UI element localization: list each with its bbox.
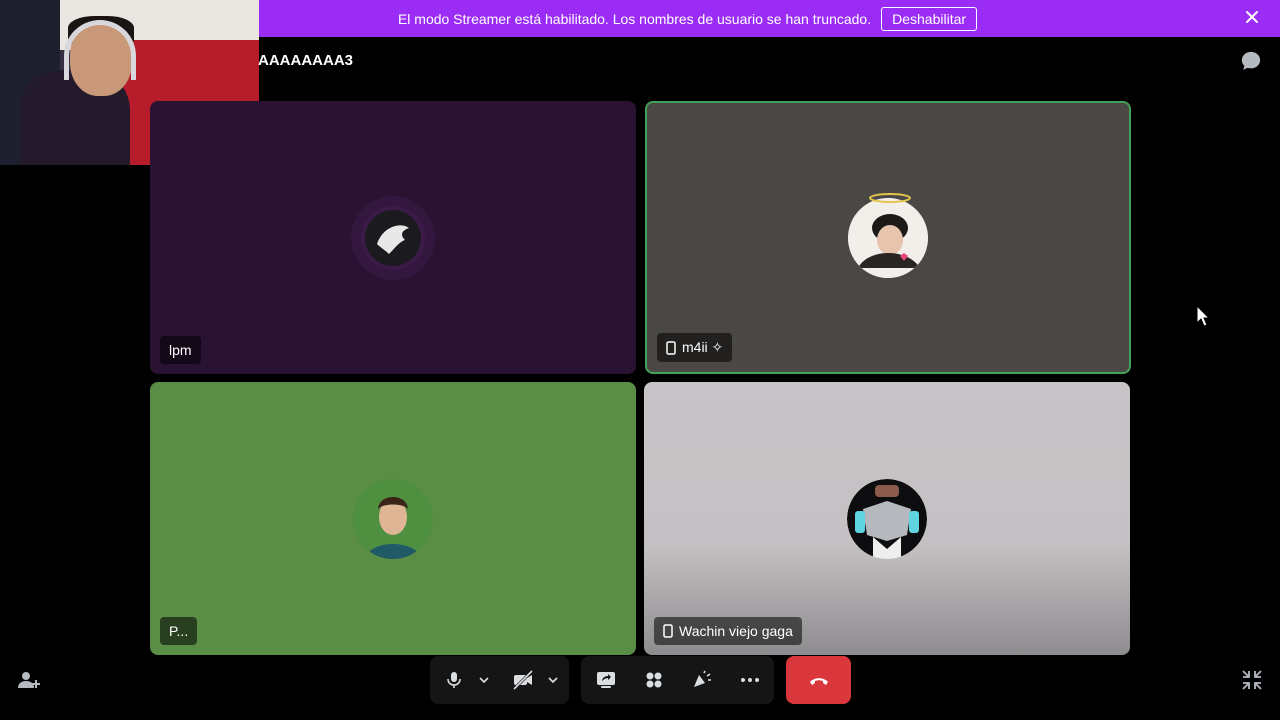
- participant-name: Wachin viejo gaga: [679, 623, 793, 639]
- activities-icon[interactable]: [643, 669, 665, 691]
- participant-tile[interactable]: P...: [150, 382, 636, 655]
- activity-controls: [581, 656, 774, 704]
- participant-name: m4ii ✧: [682, 339, 724, 355]
- avatar: [361, 205, 425, 270]
- chevron-down-icon[interactable]: [547, 674, 559, 686]
- camera-off-icon[interactable]: [512, 669, 534, 691]
- chevron-down-icon[interactable]: [478, 674, 490, 686]
- participant-name: P...: [169, 623, 189, 639]
- screen-share-icon[interactable]: [595, 669, 617, 691]
- participant-name: lpm: [169, 342, 192, 358]
- channel-title: AAAAAAAA3: [258, 52, 354, 69]
- halo-icon: [869, 193, 911, 203]
- chat-icon[interactable]: [1240, 50, 1262, 72]
- voice-controls: [430, 656, 569, 704]
- disable-streamer-mode-button[interactable]: Deshabilitar: [881, 6, 978, 31]
- phone-icon: [666, 340, 676, 355]
- exit-fullscreen-icon[interactable]: [1240, 668, 1264, 692]
- participant-tile[interactable]: lpm: [150, 101, 636, 374]
- mouse-cursor-icon: [1196, 305, 1210, 327]
- more-icon[interactable]: [739, 669, 761, 691]
- participant-name-tag: Wachin viejo gaga: [654, 617, 802, 645]
- avatar: [847, 478, 927, 559]
- participant-name-tag: P...: [160, 617, 198, 645]
- soundboard-icon[interactable]: [691, 669, 713, 691]
- phone-hangup-icon: [809, 678, 828, 685]
- add-user-icon[interactable]: [17, 668, 41, 692]
- participant-name-tag: lpm: [160, 336, 201, 364]
- participant-name-tag: m4ii ✧: [657, 333, 733, 362]
- banner-message: El modo Streamer está habilitado. Los no…: [397, 10, 872, 27]
- avatar: [353, 478, 433, 559]
- avatar: [848, 197, 928, 278]
- participant-tile[interactable]: Wachin viejo gaga: [644, 382, 1130, 655]
- microphone-icon[interactable]: [444, 670, 464, 690]
- participant-tile-speaking[interactable]: m4ii ✧: [645, 101, 1131, 374]
- disconnect-button[interactable]: [786, 656, 851, 704]
- close-icon[interactable]: [1244, 9, 1260, 25]
- phone-icon: [663, 624, 673, 638]
